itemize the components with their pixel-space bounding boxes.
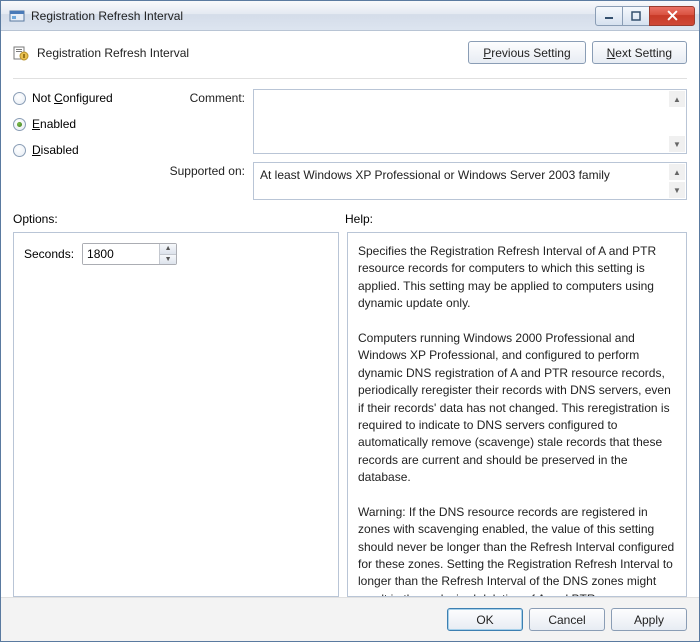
radio-not-configured-circle	[13, 92, 26, 105]
seconds-spinner: ▲ ▼	[82, 243, 177, 265]
cancel-button[interactable]: Cancel	[529, 608, 605, 631]
next-label-rest: ext Setting	[615, 46, 672, 60]
radio-enabled[interactable]: Enabled	[13, 117, 163, 131]
dialog-window: Registration Refresh Interval Registrati…	[0, 0, 700, 642]
comment-scroll: ▲ ▼	[669, 91, 685, 152]
comment-scroll-down[interactable]: ▼	[669, 136, 685, 152]
help-panel: Specifies the Registration Refresh Inter…	[347, 232, 687, 597]
minimize-button[interactable]	[595, 6, 623, 26]
prev-label-rest: revious Setting	[491, 46, 570, 60]
seconds-spin-up[interactable]: ▲	[160, 244, 176, 254]
next-setting-button[interactable]: Next Setting	[592, 41, 687, 64]
seconds-spin-buttons: ▲ ▼	[159, 244, 176, 264]
ok-button[interactable]: OK	[447, 608, 523, 631]
panel-labels: Options: Help:	[13, 212, 687, 226]
next-label-ul: N	[607, 46, 616, 60]
maximize-button[interactable]	[622, 6, 650, 26]
radio-disabled-circle	[13, 144, 26, 157]
seconds-label: Seconds:	[24, 247, 74, 261]
window-controls	[596, 6, 695, 26]
titlebar[interactable]: Registration Refresh Interval	[1, 1, 699, 31]
radio-enabled-circle	[13, 118, 26, 131]
comment-row: Comment: ▲ ▼	[163, 89, 687, 154]
config-row: Not Configured Enabled Disabled Comment:	[13, 89, 687, 208]
state-radios: Not Configured Enabled Disabled	[13, 89, 163, 169]
footer: OK Cancel Apply	[1, 597, 699, 641]
supported-scroll-down[interactable]: ▼	[669, 182, 685, 198]
comment-field[interactable]	[254, 90, 668, 150]
policy-icon	[13, 45, 29, 61]
seconds-input[interactable]	[83, 244, 159, 264]
radio-disabled[interactable]: Disabled	[13, 143, 163, 157]
apply-button[interactable]: Apply	[611, 608, 687, 631]
radio-enabled-label: Enabled	[32, 117, 76, 131]
comment-column: Comment: ▲ ▼ Supported on: At least Wind…	[163, 89, 687, 208]
separator	[13, 78, 687, 79]
window-title: Registration Refresh Interval	[31, 9, 596, 23]
options-label: Options:	[13, 212, 345, 226]
previous-setting-button[interactable]: Previous Setting	[468, 41, 585, 64]
header-row: Registration Refresh Interval Previous S…	[13, 41, 687, 64]
policy-title: Registration Refresh Interval	[37, 46, 468, 60]
supported-field: At least Windows XP Professional or Wind…	[254, 163, 668, 197]
client-area: Registration Refresh Interval Previous S…	[1, 31, 699, 597]
supported-field-wrap: At least Windows XP Professional or Wind…	[253, 162, 687, 200]
radio-not-configured-label: Not Configured	[32, 91, 113, 105]
options-panel: Seconds: ▲ ▼	[13, 232, 339, 597]
app-icon	[9, 8, 25, 24]
radio-not-configured[interactable]: Not Configured	[13, 91, 163, 105]
close-button[interactable]	[649, 6, 695, 26]
comment-label: Comment:	[163, 89, 253, 105]
nav-buttons: Previous Setting Next Setting	[468, 41, 687, 64]
help-label: Help:	[345, 212, 687, 226]
seconds-row: Seconds: ▲ ▼	[24, 243, 328, 265]
supported-scroll: ▲ ▼	[669, 164, 685, 198]
comment-field-wrap: ▲ ▼	[253, 89, 687, 154]
seconds-spin-down[interactable]: ▼	[160, 254, 176, 265]
radio-disabled-label: Disabled	[32, 143, 79, 157]
supported-scroll-up[interactable]: ▲	[669, 164, 685, 180]
comment-scroll-up[interactable]: ▲	[669, 91, 685, 107]
supported-row: Supported on: At least Windows XP Profes…	[163, 162, 687, 200]
supported-label: Supported on:	[163, 162, 253, 178]
panels-row: Seconds: ▲ ▼ Specifies the Registration …	[13, 232, 687, 597]
